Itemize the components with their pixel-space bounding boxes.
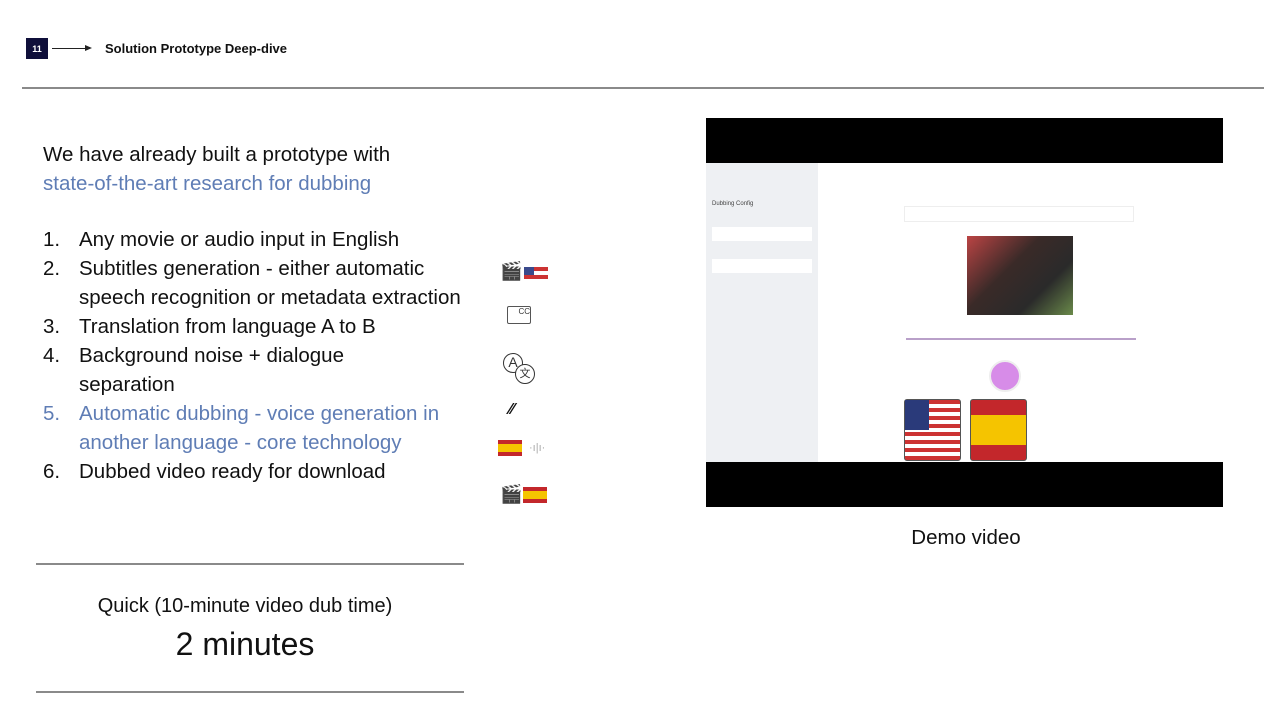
spain-flag-card [970,399,1027,461]
us-flag-card [904,399,961,461]
play-button [989,360,1021,392]
list-item: 2. Subtitles generation - either automati… [43,254,478,312]
voice-wave-icon: ·ı|ı· [529,442,546,454]
clapperboard-icon: 🎬 [500,484,523,504]
step-number: 5. [43,402,61,425]
intro-line-2: state-of-the-art research for dubbing [43,172,372,195]
step-text: Background noise + dialogue separation [79,344,344,396]
list-item: 6. Dubbed video ready for download [43,457,483,486]
slide-title: Solution Prototype Deep-dive [105,41,288,56]
step-text: Subtitles generation - either automatic … [79,257,461,309]
metric-divider-top [36,563,464,565]
metric-divider-bottom [36,691,464,693]
intro-text: We have already built a prototype with s… [43,140,390,198]
slide-number: 11 [26,38,48,59]
sidebar-title: Dubbing Config [712,201,754,207]
step-number: 2. [43,257,61,280]
step-number: 3. [43,315,61,338]
subtitles-icon: CC [507,306,531,324]
step-number: 6. [43,460,61,483]
list-item: 3. Translation from language A to B [43,312,483,341]
step-number: 1. [43,228,61,251]
list-item: 4. Background noise + dialogue separation [43,341,423,399]
video-thumbnail [967,236,1073,315]
sidebar-select [712,259,812,273]
clapperboard-icon: 🎬 [500,261,523,281]
waveform-split-icon: ⁄⁄ [509,401,515,418]
video-caption: Demo video [911,526,1021,549]
steps-list: 1. Any movie or audio input in English 2.… [43,225,483,486]
audio-waveform [906,338,1136,340]
step-number: 4. [43,344,61,367]
header-divider [22,87,1264,89]
spain-flag-icon [523,487,547,503]
arrowhead-icon [85,45,92,51]
us-flag-icon [524,267,548,281]
app-sidebar: Dubbing Config [706,163,818,462]
sidebar-select [712,227,812,241]
step-text: Automatic dubbing - voice generation in … [79,402,440,454]
spain-flag-icon [498,440,522,456]
video-frame: Dubbing Config [706,163,1223,462]
list-item: 5. Automatic dubbing - voice generation i… [43,399,473,457]
intro-line-1: We have already built a prototype with [43,143,391,166]
step-text: Any movie or audio input in English [79,228,400,251]
metric-label: Quick (10-minute video dub time) [97,595,393,617]
step-text: Translation from language A to B [79,315,376,338]
translate-icon-b: 文 [515,364,535,384]
step-text: Dubbed video ready for download [79,460,386,483]
select-box [904,206,1134,222]
arrow-icon [52,48,86,49]
list-item: 1. Any movie or audio input in English [43,225,483,254]
metric-value: 2 minutes [175,626,315,662]
